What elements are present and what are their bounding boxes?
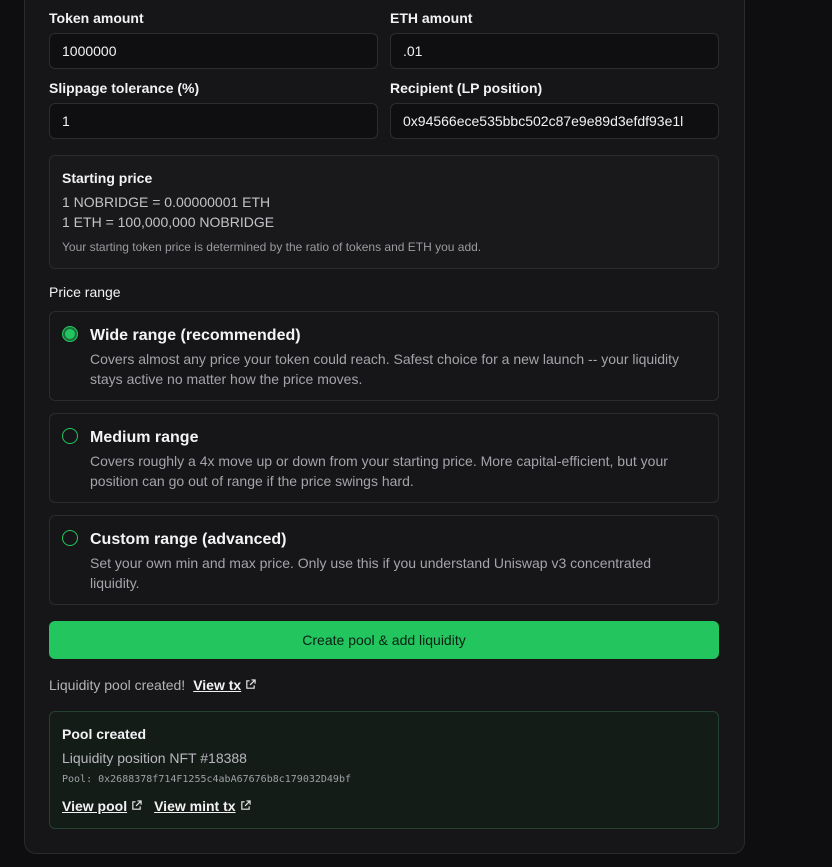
- option-description: Covers almost any price your token could…: [90, 351, 680, 387]
- option-description: Set your own min and max price. Only use…: [90, 555, 652, 591]
- price-range-option-custom[interactable]: Custom range (advanced) Set your own min…: [49, 515, 719, 605]
- eth-amount-label: ETH amount: [390, 10, 473, 26]
- eth-amount-input[interactable]: .01: [390, 33, 719, 69]
- starting-price-line-eth: 1 ETH = 100,000,000 NOBRIDGE: [62, 214, 275, 230]
- external-link-icon[interactable]: [131, 798, 142, 814]
- radio-selected-icon[interactable]: [62, 326, 78, 342]
- option-title: Custom range (advanced): [90, 531, 287, 548]
- starting-price-title: Starting price: [62, 170, 153, 186]
- starting-price-line-token: 1 NOBRIDGE = 0.00000001 ETH: [62, 194, 271, 210]
- starting-price-panel: Starting price 1 NOBRIDGE = 0.00000001 E…: [49, 155, 719, 269]
- option-title: Medium range: [90, 429, 199, 446]
- pool-address: Pool: 0x2688378f714F1255c4abA67676b8c179…: [62, 774, 351, 785]
- slippage-input[interactable]: 1: [49, 103, 378, 139]
- price-range-option-wide[interactable]: Wide range (recommended) Covers almost a…: [49, 311, 719, 401]
- radio-unselected-icon[interactable]: [62, 530, 78, 546]
- external-link-icon[interactable]: [245, 677, 256, 693]
- pool-links: View pool View mint tx: [62, 798, 251, 814]
- token-amount-input[interactable]: 1000000: [49, 33, 378, 69]
- token-amount-label: Token amount: [49, 10, 144, 26]
- radio-unselected-icon[interactable]: [62, 428, 78, 444]
- view-mint-tx-link[interactable]: View mint tx: [154, 798, 235, 814]
- view-pool-link[interactable]: View pool: [62, 798, 127, 814]
- recipient-input[interactable]: 0x94566ece535bbc502c87e9e89d3efdf93e1l: [390, 103, 719, 139]
- option-title: Wide range (recommended): [90, 327, 301, 344]
- price-range-label: Price range: [49, 284, 121, 300]
- price-range-option-medium[interactable]: Medium range Covers roughly a 4x move up…: [49, 413, 719, 503]
- status-text: Liquidity pool created!: [49, 677, 186, 693]
- option-description: Covers roughly a 4x move up or down from…: [90, 453, 668, 489]
- pool-created-panel: Pool created Liquidity position NFT #183…: [49, 711, 719, 829]
- recipient-label: Recipient (LP position): [390, 80, 543, 96]
- external-link-icon[interactable]: [240, 798, 251, 814]
- pool-nft-label: Liquidity position NFT #18388: [62, 750, 247, 766]
- slippage-label: Slippage tolerance (%): [49, 80, 200, 96]
- view-tx-link[interactable]: View tx: [193, 677, 241, 693]
- status-message: Liquidity pool created! View tx: [49, 677, 256, 693]
- starting-price-note: Your starting token price is determined …: [62, 240, 482, 254]
- pool-created-title: Pool created: [62, 726, 147, 742]
- create-pool-button[interactable]: Create pool & add liquidity: [49, 621, 719, 659]
